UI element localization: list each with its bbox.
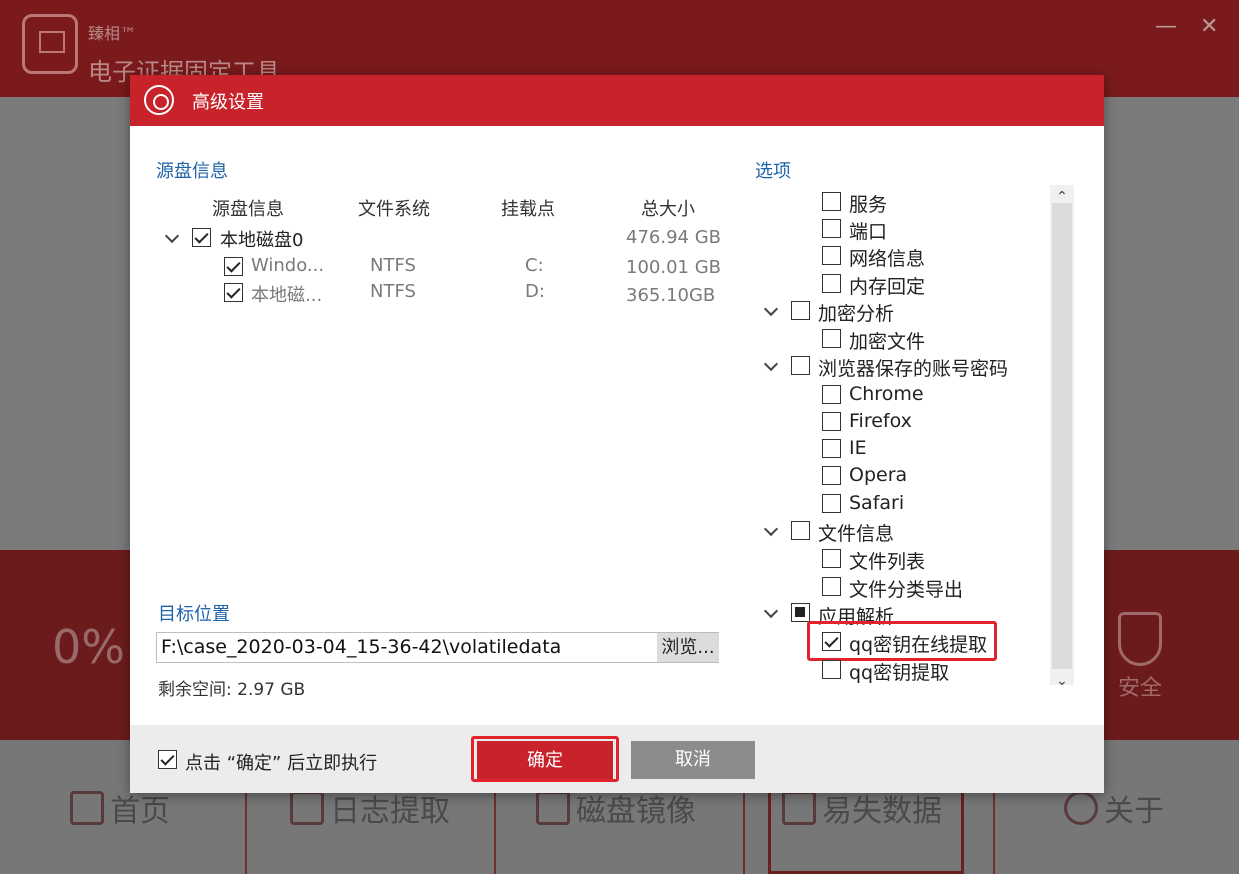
option-label: 端口: [849, 221, 888, 243]
target-path-value: F:\case_2020-03-04_15-36-42\volatiledata: [161, 636, 562, 658]
option-checkbox[interactable]: [822, 329, 841, 348]
shield-icon: [1118, 612, 1162, 666]
highlight-box: [807, 621, 997, 661]
target-section-title: 目标位置: [158, 604, 230, 625]
partition-checkbox[interactable]: [224, 283, 243, 302]
free-space-text: 剩余空间: 2.97 GB: [158, 680, 306, 700]
option-group-checkbox[interactable]: [791, 521, 810, 540]
safe-status: 安全: [1110, 612, 1170, 702]
minimize-icon[interactable]: —: [1155, 14, 1177, 39]
option-checkbox[interactable]: [822, 385, 841, 404]
option-label: 文件分类导出: [849, 579, 964, 601]
partition-size: 365.10GB: [626, 285, 716, 306]
partition-fs: NTFS: [370, 281, 416, 302]
option-checkbox[interactable]: [822, 246, 841, 265]
col-size: 总大小: [641, 199, 695, 220]
disk-checkbox[interactable]: [192, 228, 211, 247]
option-group-label: 加密分析: [818, 303, 895, 325]
option-checkbox[interactable]: [822, 274, 841, 293]
source-section-title: 源盘信息: [156, 161, 228, 182]
chevron-down-icon[interactable]: [763, 356, 779, 372]
safe-label: 安全: [1117, 676, 1162, 701]
col-mount: 挂载点: [501, 199, 555, 220]
option-checkbox[interactable]: [822, 577, 841, 596]
log-icon: [290, 791, 324, 825]
info-icon: [1064, 791, 1098, 825]
col-source: 源盘信息: [212, 199, 284, 220]
option-label: 加密文件: [849, 331, 926, 353]
option-label: Opera: [849, 464, 908, 486]
option-checkbox[interactable]: [822, 660, 841, 679]
disk-icon: [536, 791, 570, 825]
option-label: Safari: [849, 492, 905, 514]
progress-percent: 0%: [52, 620, 125, 674]
option-label: 文件列表: [849, 551, 926, 573]
option-group-checkbox[interactable]: [791, 301, 810, 320]
gear-icon: [144, 85, 174, 115]
exec-after-ok-checkbox[interactable]: [158, 750, 177, 769]
option-label: 服务: [849, 194, 888, 216]
option-label: Chrome: [849, 383, 924, 405]
cancel-button[interactable]: 取消: [631, 741, 755, 779]
option-group-checkbox[interactable]: [791, 356, 810, 375]
chevron-down-icon[interactable]: [763, 603, 779, 619]
nav-divider: [993, 790, 995, 874]
options-section-title: 选项: [755, 161, 791, 182]
option-group-label: 浏览器保存的账号密码: [818, 358, 1009, 380]
chevron-down-icon[interactable]: [763, 301, 779, 317]
dialog-title: 高级设置: [192, 92, 264, 113]
partition-mount: D:: [525, 281, 545, 302]
partition-fs: NTFS: [370, 255, 416, 276]
nav-divider: [743, 790, 745, 874]
scroll-up-icon[interactable]: ⌃: [1054, 189, 1070, 205]
option-checkbox[interactable]: [822, 192, 841, 211]
partition-name: Windo...: [251, 255, 325, 276]
clock-icon: [782, 791, 816, 825]
option-label: Firefox: [849, 410, 912, 432]
option-checkbox[interactable]: [822, 439, 841, 458]
exec-after-ok-label: 点击 “确定” 后立即执行: [185, 753, 378, 774]
nav-divider: [494, 790, 496, 874]
partition-name: 本地磁...: [251, 285, 323, 306]
partition-size: 100.01 GB: [626, 257, 722, 278]
home-icon: [70, 791, 104, 825]
target-path-field[interactable]: F:\case_2020-03-04_15-36-42\volatiledata: [156, 632, 719, 663]
app-brand: 臻相™: [88, 24, 137, 43]
option-label: 网络信息: [849, 248, 926, 270]
chevron-down-icon[interactable]: [763, 521, 779, 537]
browse-button[interactable]: 浏览...: [657, 633, 719, 662]
app-logo-icon: [22, 14, 78, 74]
option-label: 内存回定: [849, 276, 926, 298]
scroll-down-icon[interactable]: ⌄: [1054, 673, 1070, 689]
option-checkbox[interactable]: [822, 219, 841, 238]
advanced-settings-dialog: 高级设置 源盘信息 源盘信息 文件系统 挂载点 总大小 本地磁盘0 476.94…: [130, 75, 1104, 793]
dialog-titlebar: 高级设置: [130, 75, 1104, 126]
highlight-box: [471, 736, 619, 782]
disk-size: 476.94 GB: [626, 227, 722, 248]
option-label: qq密钥提取: [849, 662, 950, 684]
option-checkbox[interactable]: [822, 494, 841, 513]
option-checkbox[interactable]: [822, 466, 841, 485]
nav-divider: [245, 790, 247, 874]
option-checkbox[interactable]: [822, 549, 841, 568]
chevron-down-icon[interactable]: [164, 228, 180, 244]
disk-name: 本地磁盘0: [220, 230, 304, 251]
option-group-label: 文件信息: [818, 523, 895, 545]
option-group-checkbox[interactable]: [791, 603, 810, 622]
nav-about-label: 关于: [1104, 794, 1164, 829]
close-icon[interactable]: ✕: [1200, 14, 1218, 39]
partition-checkbox[interactable]: [224, 257, 243, 276]
col-filesystem: 文件系统: [358, 199, 430, 220]
partition-mount: C:: [525, 255, 544, 276]
option-label: IE: [849, 437, 867, 459]
option-checkbox[interactable]: [822, 412, 841, 431]
scrollbar-thumb[interactable]: [1052, 203, 1072, 669]
